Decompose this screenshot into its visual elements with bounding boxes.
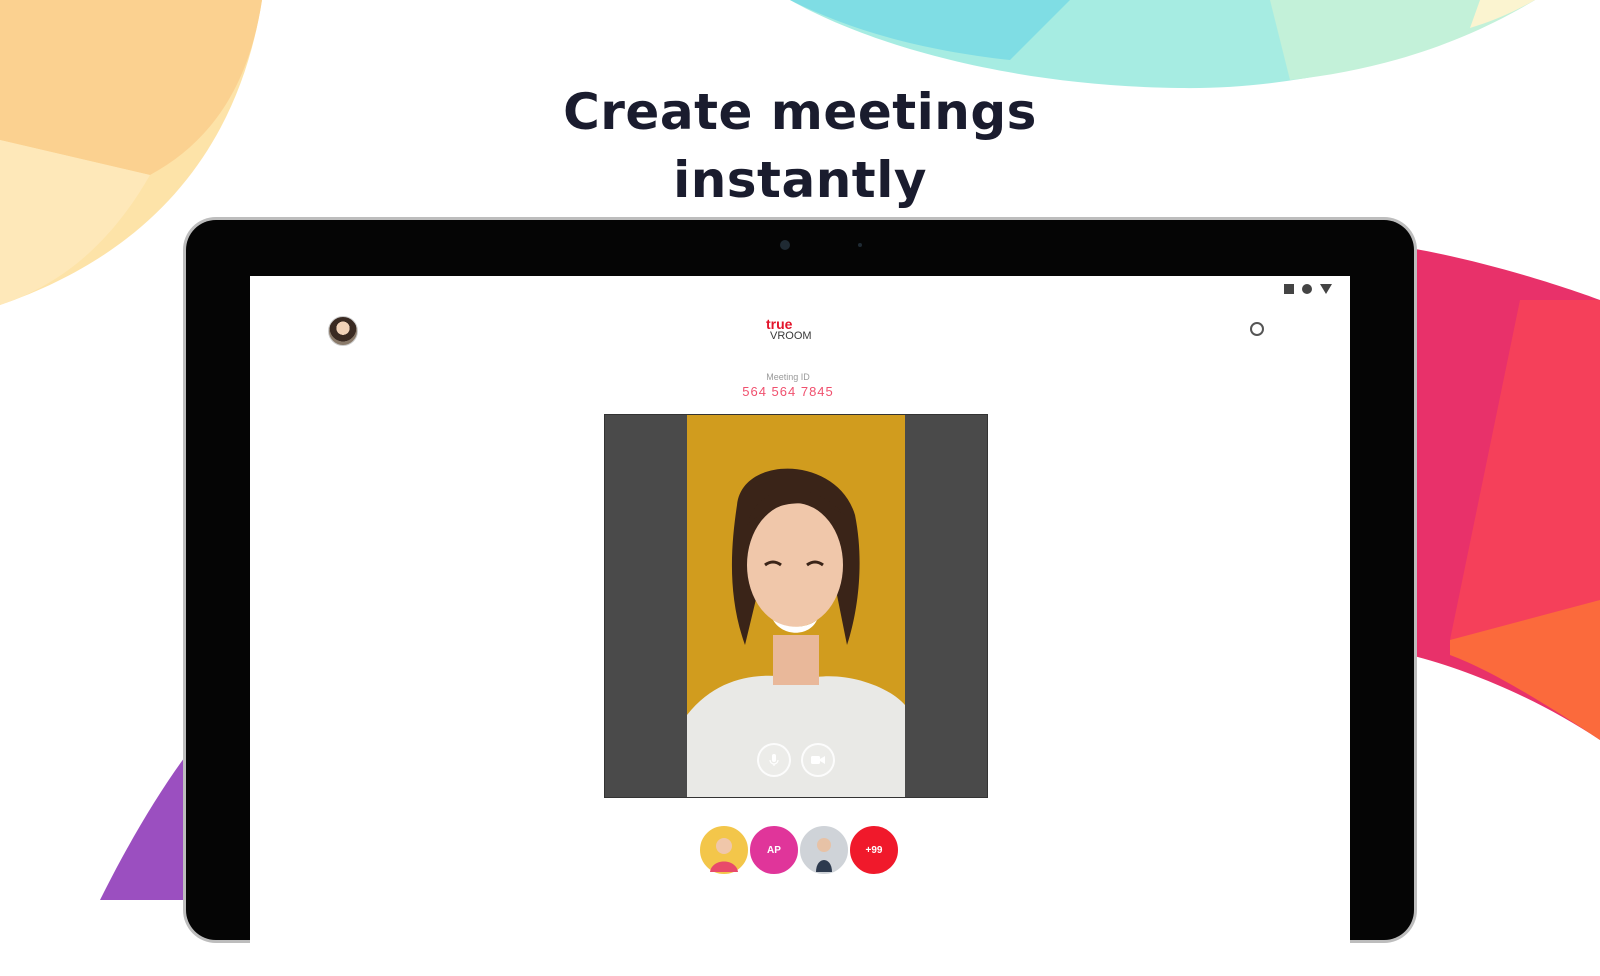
logo-secondary-text: VROOM	[770, 330, 812, 342]
participant-photo	[702, 828, 746, 872]
headline: Create meetings instantly	[500, 78, 1100, 214]
camera-button[interactable]	[801, 743, 835, 777]
wifi-icon	[1320, 284, 1332, 294]
signal-icon	[1302, 284, 1312, 294]
microphone-icon	[769, 754, 779, 766]
participant-avatar[interactable]: AP	[748, 824, 800, 876]
headline-line-1: Create meetings	[563, 82, 1037, 141]
tablet-frame: true VROOM Meeting ID 564 564 7845 AP +9…	[186, 220, 1414, 976]
participant-overflow-label: +99	[865, 844, 883, 856]
video-preview	[604, 414, 988, 798]
battery-icon	[1284, 284, 1294, 294]
participant-initials: AP	[767, 844, 781, 856]
front-camera-icon	[780, 240, 790, 250]
settings-icon[interactable]	[1250, 322, 1264, 336]
logo-primary-text: true	[766, 316, 793, 332]
app-screen: true VROOM Meeting ID 564 564 7845 AP +9…	[250, 276, 1350, 976]
camera-feed	[687, 415, 905, 797]
participant-list: AP +99	[698, 824, 900, 876]
participant-overflow-count[interactable]: +99	[848, 824, 900, 876]
sensor-icon	[858, 243, 862, 247]
meeting-id-label: Meeting ID	[766, 372, 810, 382]
headline-line-2: instantly	[673, 150, 927, 209]
participant-avatar[interactable]	[798, 824, 850, 876]
video-camera-icon	[811, 756, 825, 764]
user-avatar[interactable]	[328, 316, 358, 346]
status-bar	[1284, 284, 1332, 294]
meeting-id-value: 564 564 7845	[742, 384, 834, 399]
participant-photo	[802, 828, 846, 872]
microphone-button[interactable]	[757, 743, 791, 777]
participant-avatar[interactable]	[698, 824, 750, 876]
app-logo: true VROOM	[766, 316, 826, 342]
person-photo	[687, 415, 905, 797]
